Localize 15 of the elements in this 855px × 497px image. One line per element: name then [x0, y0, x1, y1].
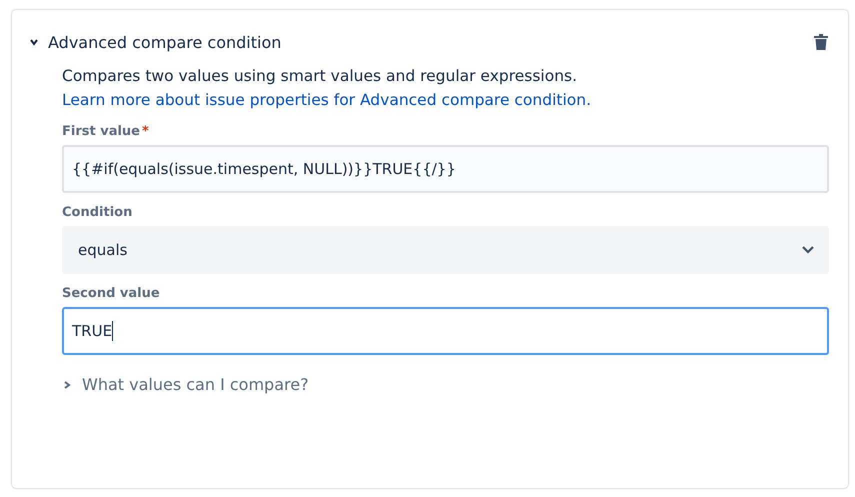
field-label: First value*: [62, 124, 150, 139]
text-field[interactable]: TRUE: [62, 307, 829, 355]
help-expander[interactable]: What values can I compare?: [62, 375, 309, 394]
condition-dropdown[interactable]: equals: [62, 226, 829, 274]
learn-more-link[interactable]: Learn more about issue properties for Advanced compare condition.: [62, 88, 591, 112]
chevron-icon: [62, 380, 72, 390]
text-field[interactable]: {{#if(equals(issue.timespent, NULL))}}TRUE{{/}}: [62, 145, 829, 193]
panel-title: Advanced compare condition: [48, 32, 282, 52]
description-text: Compares two values using smart values and regular expressions. Learn more about issue properties for Advanced compare condition.: [62, 64, 829, 112]
dropdown-caret-icon: [801, 245, 815, 255]
chevron-icon: [29, 37, 39, 47]
delete-icon[interactable]: [814, 34, 828, 50]
field-label: Second value: [62, 286, 161, 301]
field-label: Condition: [62, 205, 134, 220]
required-marker: *: [142, 124, 149, 139]
